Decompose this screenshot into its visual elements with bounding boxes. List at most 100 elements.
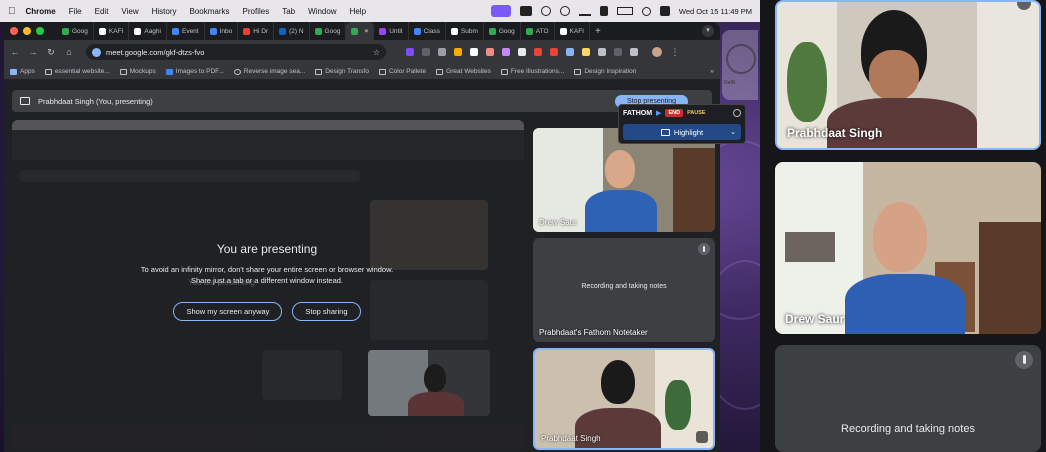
browser-tab[interactable]: Goog: [310, 22, 347, 40]
stop-sharing-button[interactable]: Stop sharing: [292, 302, 361, 321]
browser-tab[interactable]: Inbo: [205, 22, 239, 40]
apple-icon[interactable]: : [8, 6, 16, 17]
extension-icon[interactable]: [470, 48, 478, 56]
extension-icon[interactable]: [518, 48, 526, 56]
menubar-status-icon[interactable]: [540, 6, 551, 16]
mirror-tile: [262, 350, 342, 400]
tab-search-button[interactable]: ▾: [702, 25, 714, 37]
browser-tab[interactable]: KAFI: [555, 22, 590, 40]
menu-file[interactable]: File: [69, 7, 82, 16]
menu-view[interactable]: View: [121, 7, 138, 16]
end-recording-button[interactable]: END: [665, 109, 684, 117]
browser-tab[interactable]: ATO: [521, 22, 555, 40]
minimize-icon[interactable]: [733, 109, 741, 117]
wifi-icon[interactable]: [578, 6, 591, 16]
gallery-tile-notetaker[interactable]: Recording and taking notes: [775, 345, 1041, 452]
extension-icon[interactable]: [614, 48, 622, 56]
tab-favicon-icon: [209, 27, 217, 35]
puzzle-icon[interactable]: [630, 48, 638, 56]
menu-tab[interactable]: Tab: [282, 7, 295, 16]
pause-recording-button[interactable]: PAUSE: [687, 110, 706, 116]
screen-share-status-icon[interactable]: [490, 5, 511, 17]
reload-icon[interactable]: ↻: [46, 47, 56, 58]
extension-icon[interactable]: [422, 48, 430, 56]
gallery-tile-drew[interactable]: Drew Saur: [775, 162, 1041, 334]
browser-tab[interactable]: (2) N: [274, 22, 310, 40]
bookmark-item[interactable]: Images to PDF...: [165, 68, 224, 75]
bookmark-item[interactable]: Great Websites: [436, 68, 491, 75]
pin-icon[interactable]: [696, 431, 708, 443]
extension-icon[interactable]: [566, 48, 574, 56]
menubar-app-icon[interactable]: [519, 6, 532, 16]
extension-icon[interactable]: [598, 48, 606, 56]
bookmark-item[interactable]: Mockups: [119, 68, 156, 75]
browser-tab[interactable]: Untit: [374, 22, 409, 40]
plant: [787, 42, 827, 122]
plant: [665, 380, 691, 430]
extension-icon[interactable]: [438, 48, 446, 56]
chevron-down-icon[interactable]: ⌄: [730, 128, 736, 136]
extension-icon[interactable]: [582, 48, 590, 56]
menu-edit[interactable]: Edit: [95, 7, 109, 16]
extension-icon[interactable]: [486, 48, 494, 56]
home-icon[interactable]: ⌂: [64, 47, 74, 57]
menu-help[interactable]: Help: [350, 7, 366, 16]
browser-tab[interactable]: Aaghi: [129, 22, 167, 40]
battery-icon[interactable]: [616, 7, 633, 15]
browser-tab[interactable]: Hi Dr: [238, 22, 275, 40]
extension-icon[interactable]: [406, 48, 414, 56]
minimize-window-button[interactable]: [23, 27, 31, 35]
forward-icon[interactable]: →: [28, 47, 38, 57]
menubar-sync-icon[interactable]: [559, 6, 570, 16]
bookmark-item[interactable]: Free Illustrations...: [500, 68, 564, 75]
participant-name: Prabhdaat Singh: [787, 126, 883, 140]
extension-icon[interactable]: [454, 48, 462, 56]
browser-tab[interactable]: Subm: [446, 22, 484, 40]
extension-icon[interactable]: [550, 48, 558, 56]
menubar-extension-icon[interactable]: [599, 6, 608, 16]
menu-window[interactable]: Window: [308, 7, 336, 16]
address-bar[interactable]: meet.google.com/gkf-dtzs-fvo ☆: [86, 44, 386, 60]
menubar-clock[interactable]: Wed Oct 15 11:49 PM: [679, 7, 752, 16]
bookmark-item[interactable]: Color Pallete: [378, 68, 426, 75]
bookmarks-overflow-icon[interactable]: »: [710, 68, 714, 75]
close-tab-icon[interactable]: ×: [364, 28, 368, 35]
site-info-icon[interactable]: [92, 47, 101, 57]
browser-tab[interactable]: KAFI: [94, 22, 130, 40]
bookmark-star-icon[interactable]: ☆: [373, 48, 380, 57]
presenting-title: You are presenting: [216, 242, 318, 256]
highlight-button[interactable]: Highlight ⌄: [623, 124, 741, 140]
show-screen-anyway-button[interactable]: Show my screen anyway: [173, 302, 283, 321]
menu-app-name[interactable]: Chrome: [26, 7, 56, 16]
menu-bookmarks[interactable]: Bookmarks: [190, 7, 230, 16]
search-icon[interactable]: [641, 6, 651, 16]
browser-tab[interactable]: Class: [409, 22, 446, 40]
back-icon[interactable]: ←: [10, 47, 20, 57]
notetaker-status: Recording and taking notes: [581, 283, 667, 290]
control-center-icon[interactable]: [659, 6, 670, 16]
folder-icon: [378, 68, 386, 75]
extension-icon[interactable]: [502, 48, 510, 56]
tab-active[interactable]: ×: [346, 22, 375, 40]
bookmark-item[interactable]: Reverse image sea...: [233, 68, 305, 75]
tab-label: Hi Dr: [253, 27, 269, 35]
gallery-tile-prabhdaat[interactable]: Prabhdaat Singh: [775, 0, 1041, 150]
browser-tab[interactable]: Event: [167, 22, 205, 40]
presenting-warning-line1: To avoid an infinity mirror, don't share…: [140, 265, 394, 274]
participant-tile-prabhdaat[interactable]: Prabhdaat Singh: [533, 348, 715, 450]
menu-profiles[interactable]: Profiles: [243, 7, 270, 16]
menu-history[interactable]: History: [152, 7, 177, 16]
participant-tile-notetaker[interactable]: Recording and taking notes Prabhdaat's F…: [533, 238, 715, 342]
browser-tab[interactable]: Goog: [484, 22, 521, 40]
zoom-window-button[interactable]: [36, 27, 44, 35]
bookmark-apps[interactable]: Apps: [10, 68, 35, 75]
menu-dots-icon[interactable]: ⋮: [670, 47, 680, 58]
close-window-button[interactable]: [10, 27, 18, 35]
bookmark-item[interactable]: Design Transfo: [315, 68, 369, 75]
bookmark-item[interactable]: Design Inspiration: [574, 68, 636, 75]
new-tab-button[interactable]: +: [590, 26, 606, 37]
profile-avatar[interactable]: [652, 47, 662, 57]
extension-icon[interactable]: [534, 48, 542, 56]
browser-tab[interactable]: Goog: [57, 22, 94, 40]
bookmark-item[interactable]: essential website...: [44, 68, 110, 75]
